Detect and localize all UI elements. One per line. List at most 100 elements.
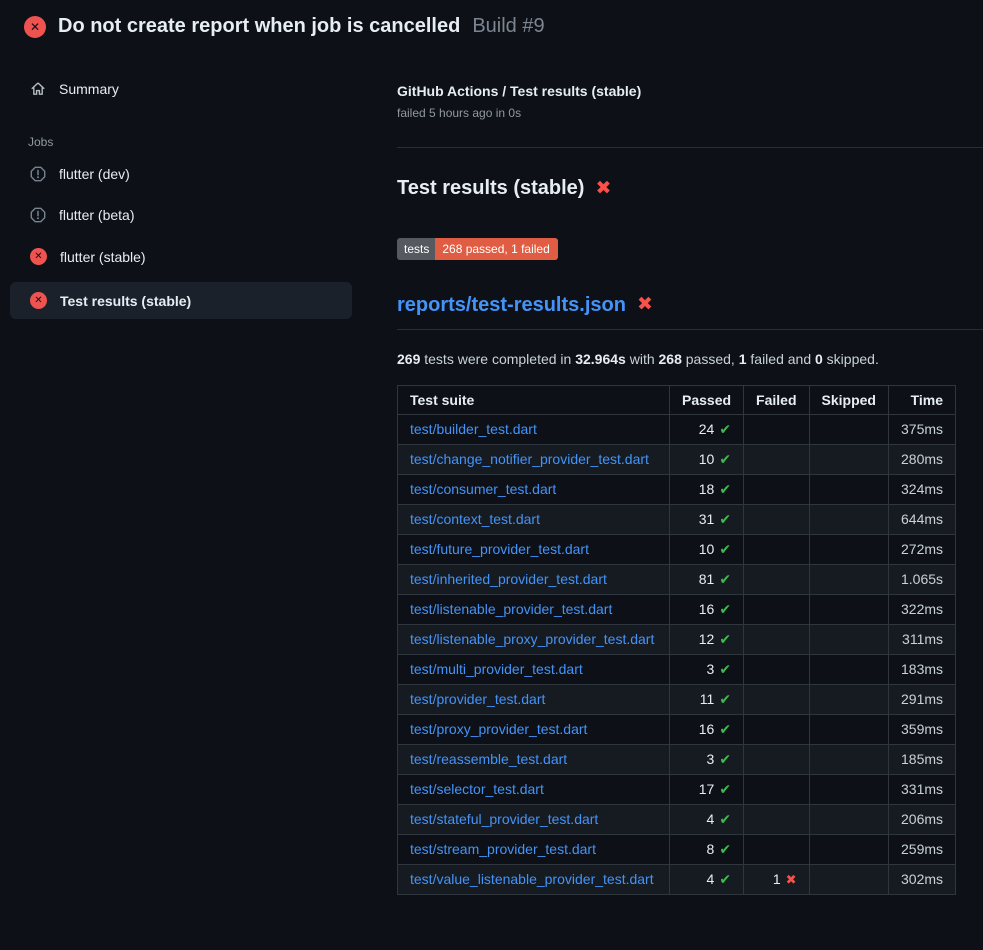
passed-count: 24 [699,421,715,437]
time-value: 375ms [888,414,955,444]
check-icon: ✔ [719,721,731,737]
sidebar-item-label: flutter (beta) [59,207,134,223]
sidebar-item-summary[interactable]: Summary [10,73,352,105]
table-row: test/stateful_provider_test.dart4✔206ms [398,804,956,834]
passed-count: 8 [707,841,715,857]
check-icon: ✔ [719,751,731,767]
column-header-time: Time [888,385,955,414]
table-row: test/selector_test.dart17✔331ms [398,774,956,804]
summary-text: tests were completed in [420,351,575,367]
cancelled-icon [30,166,46,182]
build-number: Build #9 [472,15,544,38]
check-icon: ✔ [719,541,731,557]
time-value: 644ms [888,504,955,534]
summary-number: 0 [815,351,823,367]
failed-x-icon: ✖ [595,179,611,198]
table-row: test/value_listenable_provider_test.dart… [398,864,956,894]
table-row: test/builder_test.dart24✔375ms [398,414,956,444]
home-icon [30,81,46,97]
tests-status-badge: tests 268 passed, 1 failed [397,238,558,260]
summary-text: failed and [747,351,816,367]
test-suite-link[interactable]: test/future_provider_test.dart [410,541,589,557]
sidebar-item-label: Test results (stable) [60,293,191,309]
check-icon: ✔ [719,811,731,827]
time-value: 291ms [888,684,955,714]
time-value: 359ms [888,714,955,744]
sidebar: Summary Jobs flutter (dev) flut [0,51,370,319]
test-suite-link[interactable]: test/stream_provider_test.dart [410,841,596,857]
passed-count: 10 [699,451,715,467]
time-value: 183ms [888,654,955,684]
test-suite-link[interactable]: test/inherited_provider_test.dart [410,571,607,587]
table-row: test/provider_test.dart11✔291ms [398,684,956,714]
summary-text: with [626,351,659,367]
test-results-table: Test suite Passed Failed Skipped Time te… [397,385,956,895]
failed-x-icon: ✖ [637,295,653,314]
section-title: Test results (stable) ✖ [397,176,983,200]
test-suite-link[interactable]: test/multi_provider_test.dart [410,661,583,677]
check-icon: ✔ [719,571,731,587]
test-suite-link[interactable]: test/change_notifier_provider_test.dart [410,451,649,467]
check-icon: ✔ [719,451,731,467]
table-row: test/listenable_proxy_provider_test.dart… [398,624,956,654]
table-row: test/change_notifier_provider_test.dart 1… [398,444,956,474]
status-line: failed 5 hours ago in 0s [397,106,983,120]
time-value: 185ms [888,744,955,774]
sidebar-item-flutter-stable[interactable]: ✕ flutter (stable) [10,240,352,273]
summary-number: 268 [659,351,682,367]
passed-count: 18 [699,481,715,497]
test-suite-link[interactable]: test/builder_test.dart [410,421,537,437]
test-suite-link[interactable]: test/listenable_provider_test.dart [410,601,612,617]
time-value: 331ms [888,774,955,804]
passed-count: 17 [699,781,715,797]
summary-number: 1 [739,351,747,367]
test-suite-link[interactable]: test/consumer_test.dart [410,481,556,497]
passed-count: 3 [707,751,715,767]
summary-text: passed, [682,351,739,367]
test-table-body: test/builder_test.dart24✔375mstest/chang… [398,414,956,894]
breadcrumb: GitHub Actions / Test results (stable) [397,83,983,99]
sidebar-item-test-results-stable[interactable]: ✕ Test results (stable) [10,282,352,319]
check-icon: ✔ [719,511,731,527]
sidebar-item-label: flutter (stable) [60,249,146,265]
fail-x-icon: ✖ [786,872,797,887]
failed-icon: ✕ [30,248,47,265]
table-row: test/consumer_test.dart18✔324ms [398,474,956,504]
test-suite-link[interactable]: test/value_listenable_provider_test.dart [410,871,654,887]
column-header-failed: Failed [744,385,809,414]
divider [397,147,983,148]
table-row: test/multi_provider_test.dart3✔183ms [398,654,956,684]
table-row: test/listenable_provider_test.dart16✔322… [398,594,956,624]
test-suite-link[interactable]: test/listenable_proxy_provider_test.dart [410,631,654,647]
failed-count: 1 [773,871,781,887]
test-suite-link[interactable]: test/context_test.dart [410,511,540,527]
time-value: 280ms [888,444,955,474]
table-row: test/stream_provider_test.dart8✔259ms [398,834,956,864]
passed-count: 4 [707,871,715,887]
jobs-section-label: Jobs [10,135,352,149]
run-header: ✕ Do not create report when job is cance… [0,0,983,51]
test-suite-link[interactable]: test/stateful_provider_test.dart [410,811,598,827]
section-title-text: Test results (stable) [397,176,584,200]
check-icon: ✔ [719,481,731,497]
test-suite-link[interactable]: test/reassemble_test.dart [410,751,567,767]
check-icon: ✔ [719,631,731,647]
summary-number: 269 [397,351,420,367]
x-glyph: ✕ [30,21,40,33]
check-icon: ✔ [719,841,731,857]
table-row: test/inherited_provider_test.dart81✔1.06… [398,564,956,594]
test-suite-link[interactable]: test/proxy_provider_test.dart [410,721,587,737]
x-glyph: ✕ [34,252,42,262]
cancelled-icon [30,207,46,223]
test-suite-link[interactable]: test/selector_test.dart [410,781,544,797]
table-row: test/context_test.dart31✔644ms [398,504,956,534]
run-title: Do not create report when job is cancell… [58,15,460,38]
report-file-link[interactable]: reports/test-results.json [397,293,626,317]
sidebar-item-flutter-dev[interactable]: flutter (dev) [10,158,352,190]
passed-count: 16 [699,721,715,737]
sidebar-item-flutter-beta[interactable]: flutter (beta) [10,199,352,231]
test-suite-link[interactable]: test/provider_test.dart [410,691,545,707]
check-icon: ✔ [719,871,731,887]
report-title: reports/test-results.json ✖ [397,293,983,330]
passed-count: 10 [699,541,715,557]
